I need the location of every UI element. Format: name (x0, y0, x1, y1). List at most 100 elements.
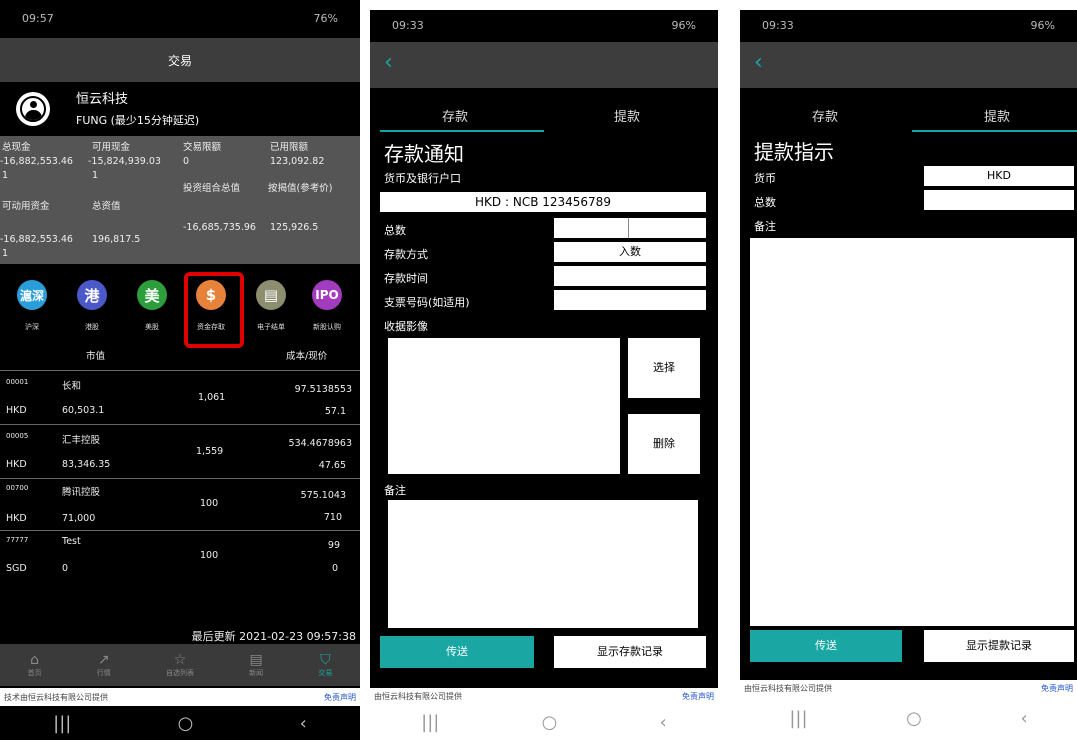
icon-label: 新股认购 (313, 323, 341, 331)
table-row[interactable]: 77777 Test SGD 0 100 99 0 (0, 532, 360, 582)
recent-apps-icon[interactable]: ||| (789, 708, 807, 729)
footer-credit: 由恒云科技有限公司提供 (374, 691, 462, 701)
deposit-method-label: 存款方式 (384, 248, 428, 261)
footer-credit: 由恒云科技有限公司提供 (744, 683, 832, 693)
amount-input[interactable] (924, 190, 1074, 210)
last-updated: 最后更新 2021-02-23 09:57:38 (191, 630, 356, 643)
deposit-withdraw-tabs: 存款 提款 (370, 106, 718, 136)
tab-deposit[interactable]: 存款 (442, 106, 468, 125)
account-name: FUNG (最少15分钟延迟) (76, 114, 200, 127)
company-name: 恒云科技 (76, 92, 129, 107)
page-title: 交易 (167, 54, 192, 68)
table-row[interactable]: 00001 长和 HKD 60,503.1 1,061 97.5138553 5… (0, 372, 360, 422)
tab-watchlist[interactable]: ☆ 自选列表 (166, 652, 194, 678)
amount-input[interactable] (554, 218, 706, 238)
tab-label: 行情 (96, 669, 111, 677)
remark-textarea[interactable] (388, 500, 698, 628)
phone-withdraw-screen: 09:33 96% ‹ 存款 提款 提款指示 货币 HKD 总数 备注 传送 显… (740, 10, 1077, 740)
status-time: 09:33 (762, 18, 794, 32)
back-arrow-icon[interactable]: ‹ (754, 50, 763, 75)
summary-value: -15,824,939.03 (88, 156, 161, 167)
user-icon (20, 96, 46, 122)
show-deposit-history-button[interactable]: 显示存款记录 (554, 636, 706, 668)
disclaimer-link[interactable]: 免责声明 (682, 691, 714, 702)
battery-level: 96% (671, 18, 696, 32)
summary-panel: 总现金 可用现金 交易限额 已用限额 -16,882,553.46 1 -15,… (0, 136, 360, 264)
tab-label: 自选列表 (165, 669, 194, 677)
tab-label: 首页 (27, 669, 42, 677)
back-icon[interactable]: ‹ (1020, 708, 1027, 729)
remark-textarea[interactable] (750, 238, 1074, 626)
cheque-number-label: 支票号码(如适用) (384, 296, 470, 309)
column-header-cost-price: 成本/现价 (286, 351, 328, 362)
summary-header: 投资组合总值 (183, 183, 241, 194)
summary-header: 总现金 (2, 142, 31, 153)
tab-news[interactable]: ▤ 新闻 (249, 652, 263, 678)
tab-quotes[interactable]: ↗ 行情 (97, 652, 111, 678)
icon-label: 港股 (85, 323, 99, 331)
phone-trading-screen: 09:57 76% 交易 恒云科技 FUNG (最少15分钟延迟) 总现金 可用… (0, 0, 360, 740)
bank-account-label: 货币及银行户口 (384, 172, 461, 185)
status-bar: 09:33 96% (740, 10, 1077, 40)
summary-value: -16,685,735.96 (183, 222, 256, 233)
tab-withdraw[interactable]: 提款 (614, 106, 640, 125)
ipo-icon[interactable]: IPO (312, 280, 342, 310)
summary-value: 125,926.5 (270, 222, 319, 233)
shanghai-shenzhen-icon[interactable]: 滬深 (17, 280, 47, 310)
summary-value: 1 (2, 248, 9, 259)
summary-value: 0 (183, 156, 190, 167)
footer: 由恒云科技有限公司提供 免责声明 (370, 688, 718, 704)
title-bar: ‹ (740, 42, 1077, 88)
tab-home[interactable]: ⌂ 首页 (28, 652, 42, 678)
back-arrow-icon[interactable]: ‹ (384, 50, 393, 75)
receipt-image-box (388, 338, 620, 474)
delete-button[interactable]: 删除 (628, 414, 700, 474)
tab-trade[interactable]: ⛉ 交易 (318, 652, 332, 678)
home-circle-icon[interactable]: ○ (542, 712, 558, 733)
currency-select[interactable]: HKD (924, 166, 1074, 186)
deposit-time-input[interactable] (554, 266, 706, 286)
column-header-market-value: 市值 (86, 351, 106, 362)
hongkong-icon[interactable]: 港 (77, 280, 107, 310)
back-icon[interactable]: ‹ (660, 712, 667, 733)
footer: 由恒云科技有限公司提供 免责声明 (740, 680, 1077, 696)
recent-apps-icon[interactable]: ||| (53, 713, 71, 734)
summary-value: 1 (2, 170, 9, 181)
summary-header: 可动用资金 (2, 201, 50, 212)
summary-value: -16,882,553.46 (0, 234, 73, 245)
avatar[interactable] (16, 92, 50, 126)
cheque-number-input[interactable] (554, 290, 706, 310)
receipt-image-label: 收据影像 (384, 320, 428, 333)
disclaimer-link[interactable]: 免责声明 (1041, 683, 1073, 694)
tab-withdraw[interactable]: 提款 (984, 106, 1010, 125)
show-withdraw-history-button[interactable]: 显示提款记录 (924, 630, 1074, 662)
tab-deposit[interactable]: 存款 (812, 106, 838, 125)
send-button[interactable]: 传送 (750, 630, 902, 662)
status-time: 09:57 (22, 11, 54, 25)
bank-account-select[interactable]: HKD : NCB 123456789 (380, 192, 706, 212)
battery-level: 96% (1030, 18, 1055, 32)
send-button[interactable]: 传送 (380, 636, 534, 668)
home-circle-icon[interactable]: ○ (906, 708, 922, 729)
icon-label: 美股 (145, 323, 159, 331)
disclaimer-link[interactable]: 免责声明 (324, 692, 356, 703)
status-bar: 09:33 96% (370, 10, 718, 40)
status-bar: 09:57 76% (0, 0, 360, 36)
summary-header: 可用现金 (92, 142, 131, 153)
choose-button[interactable]: 选择 (628, 338, 700, 398)
deposit-method-select[interactable]: 入数 (554, 242, 706, 262)
footer-credit: 技术由恒云科技有限公司提供 (4, 692, 108, 702)
statement-icon[interactable]: ▤ (256, 280, 286, 310)
us-stock-icon[interactable]: 美 (137, 280, 167, 310)
amount-label: 总数 (754, 196, 776, 209)
back-icon[interactable]: ‹ (300, 713, 307, 734)
summary-value: 1 (92, 170, 99, 181)
summary-header: 按揭值(参考价) (268, 183, 333, 194)
table-row[interactable]: 00005 汇丰控股 HKD 83,346.35 1,559 534.46789… (0, 426, 360, 476)
home-circle-icon[interactable]: ○ (178, 713, 194, 734)
recent-apps-icon[interactable]: ||| (421, 712, 439, 733)
battery-level: 76% (313, 11, 338, 25)
currency-label: 货币 (754, 172, 776, 185)
deposit-withdraw-tabs: 存款 提款 (740, 106, 1077, 136)
table-row[interactable]: 00700 腾讯控股 HKD 71,000 100 575.1043 710 (0, 480, 360, 530)
